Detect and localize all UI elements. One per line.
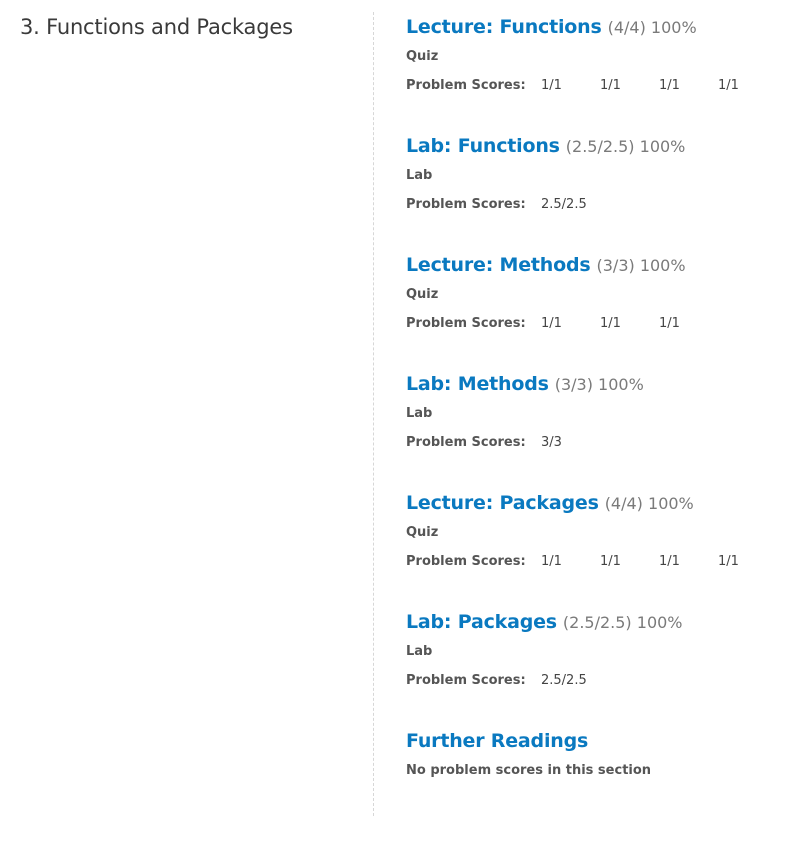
problem-score: 1/1 [541,78,562,93]
section-item: Lecture: Methods (3/3) 100% Quiz Problem… [406,250,786,369]
section-item: Lecture: Functions (4/4) 100% Quiz Probl… [406,12,786,131]
section-link-lecture-packages[interactable]: Lecture: Packages [406,492,599,514]
no-problem-scores-text: No problem scores in this section [406,763,652,778]
problem-scores-label: Problem Scores: [406,554,526,569]
section-header: Lecture: Methods (3/3) 100% [406,250,786,280]
section-header: Lecture: Functions (4/4) 100% [406,12,786,42]
section-header: Lab: Methods (3/3) 100% [406,369,786,399]
section-header: Further Readings [406,726,786,756]
section-item: Lecture: Packages (4/4) 100% Quiz Proble… [406,488,786,607]
sections-list: Lecture: Functions (4/4) 100% Quiz Probl… [406,12,786,845]
problem-score: 1/1 [600,78,621,93]
problem-score: 1/1 [718,554,739,569]
problem-scores-label: Problem Scores: [406,197,526,212]
chapter-title: 3. Functions and Packages [20,15,293,39]
section-link-lab-methods[interactable]: Lab: Methods [406,373,549,395]
section-header: Lab: Packages (2.5/2.5) 100% [406,607,786,637]
problem-scores-label: Problem Scores: [406,435,526,450]
section-type: Quiz [406,525,439,540]
problem-score: 3/3 [541,435,562,450]
problem-scores-row: Problem Scores: 1/1 1/1 1/1 1/1 [406,75,786,97]
problem-score: 1/1 [718,78,739,93]
problem-scores-label: Problem Scores: [406,673,526,688]
problem-scores-row: Problem Scores: 2.5/2.5 [406,670,786,692]
problem-score: 1/1 [659,316,680,331]
section-type: Quiz [406,287,439,302]
problem-scores-row: Problem Scores: 1/1 1/1 1/1 1/1 [406,551,786,573]
section-type: Quiz [406,49,439,64]
problem-score: 2.5/2.5 [541,673,587,688]
section-type: Lab [406,406,433,421]
section-type: Lab [406,168,433,183]
section-header: Lab: Functions (2.5/2.5) 100% [406,131,786,161]
problem-score: 2.5/2.5 [541,197,587,212]
problem-score: 1/1 [659,78,680,93]
problem-scores-row: Problem Scores: 2.5/2.5 [406,194,786,216]
problem-score: 1/1 [600,316,621,331]
section-header: Lecture: Packages (4/4) 100% [406,488,786,518]
section-item: Lab: Methods (3/3) 100% Lab Problem Scor… [406,369,786,488]
section-score: (2.5/2.5) 100% [565,136,686,156]
section-item-further-readings: Further Readings No problem scores in th… [406,726,786,845]
section-item: Lab: Functions (2.5/2.5) 100% Lab Proble… [406,131,786,250]
section-score: (2.5/2.5) 100% [562,612,683,632]
section-link-further-readings[interactable]: Further Readings [406,730,588,752]
problem-score: 1/1 [541,554,562,569]
problem-scores-label: Problem Scores: [406,78,526,93]
problem-scores-row: Problem Scores: 1/1 1/1 1/1 [406,313,786,335]
section-link-lecture-methods[interactable]: Lecture: Methods [406,254,591,276]
problem-scores-label: Problem Scores: [406,316,526,331]
section-item: Lab: Packages (2.5/2.5) 100% Lab Problem… [406,607,786,726]
section-score: (3/3) 100% [596,255,686,275]
section-divider [373,12,374,816]
section-score: (3/3) 100% [554,374,644,394]
section-score: (4/4) 100% [607,17,697,37]
section-score: (4/4) 100% [604,493,694,513]
problem-score: 1/1 [600,554,621,569]
problem-score: 1/1 [541,316,562,331]
section-type: Lab [406,644,433,659]
problem-score: 1/1 [659,554,680,569]
section-link-lecture-functions[interactable]: Lecture: Functions [406,16,602,38]
problem-scores-row: Problem Scores: 3/3 [406,432,786,454]
section-link-lab-packages[interactable]: Lab: Packages [406,611,557,633]
section-link-lab-functions[interactable]: Lab: Functions [406,135,560,157]
